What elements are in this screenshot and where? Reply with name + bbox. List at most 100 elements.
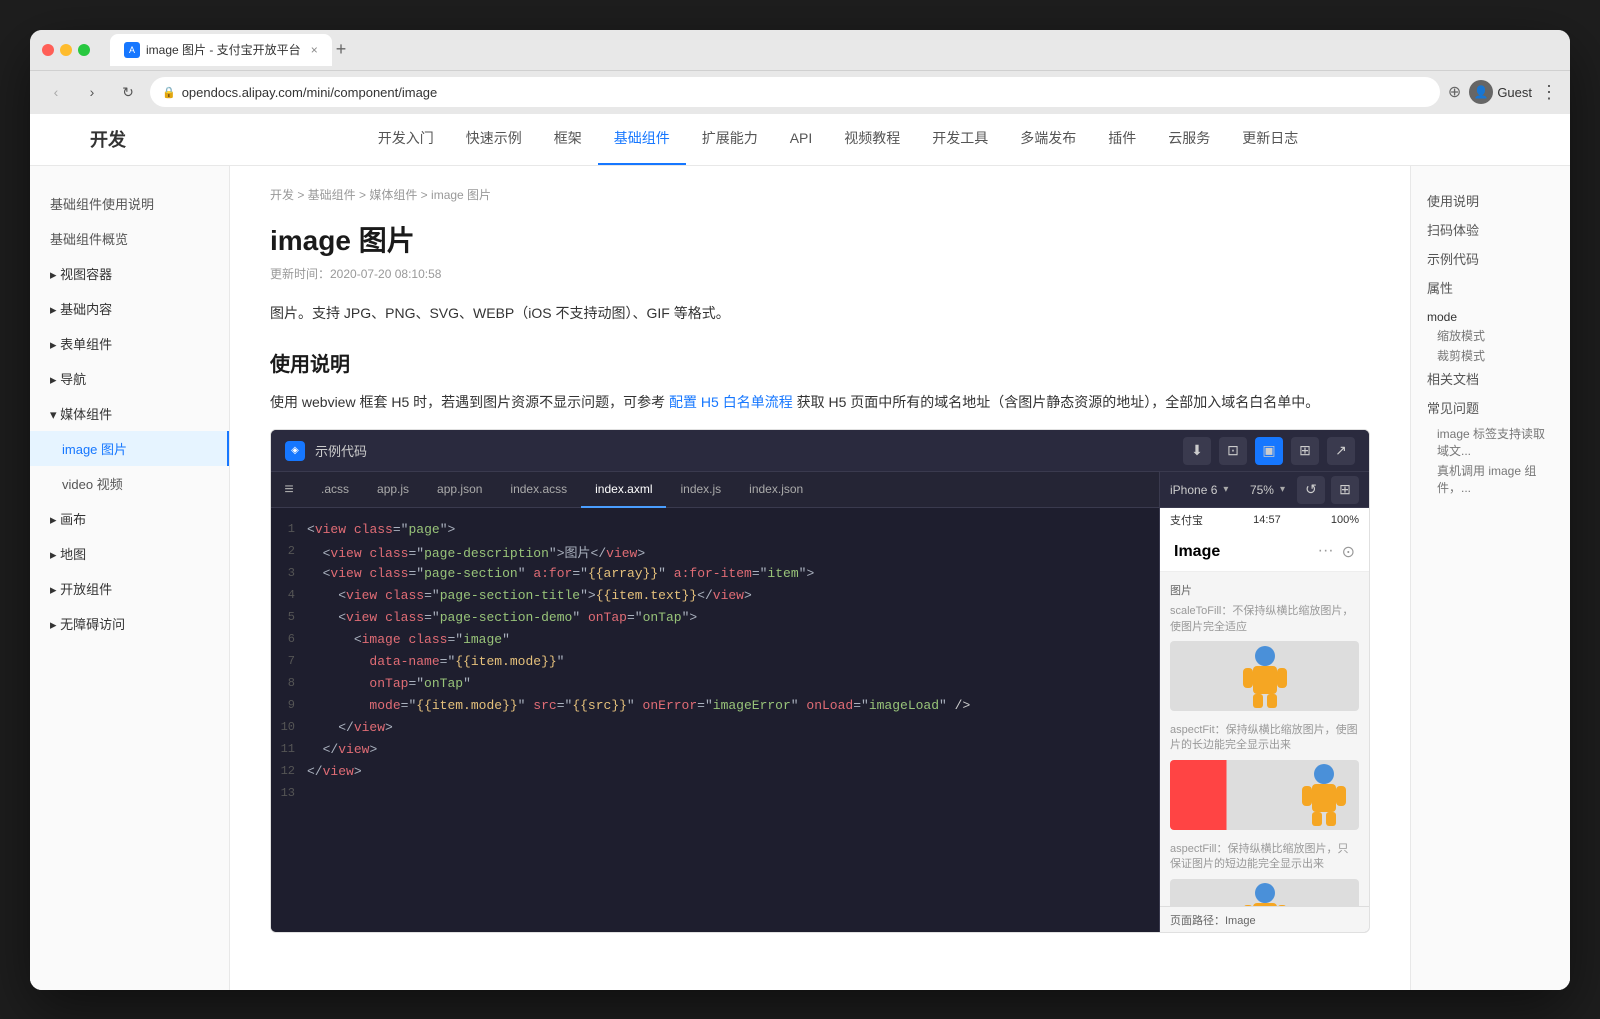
- phone-img-box-1: [1170, 760, 1359, 830]
- qr-button[interactable]: ⊡: [1219, 437, 1247, 465]
- breadcrumb: 开发 > 基础组件 > 媒体组件 > image 图片: [270, 186, 1370, 203]
- close-button[interactable]: [42, 44, 54, 56]
- sidebar-item-open[interactable]: ▸ 开放组件: [30, 571, 229, 606]
- tab-area: A image 图片 - 支付宝开放平台 × +: [110, 34, 1558, 66]
- sidebar-item-guide[interactable]: 基础组件使用说明: [30, 186, 229, 221]
- file-tab-appjson[interactable]: app.json: [423, 472, 496, 508]
- right-nav-qr[interactable]: 扫码体验: [1427, 215, 1554, 244]
- nav-item-10[interactable]: 云服务: [1152, 114, 1226, 166]
- code-demo: ◈ 示例代码 ⬇ ⊡ ▣ ⊞ ↗: [270, 429, 1370, 933]
- phone-home-icon[interactable]: ⊙: [1342, 542, 1355, 562]
- nav-item-0[interactable]: 开发入门: [362, 114, 450, 166]
- sidebar-item-a11y[interactable]: ▸ 无障碍访问: [30, 606, 229, 641]
- right-nav-scale[interactable]: 缩放模式: [1427, 324, 1554, 344]
- device-chevron-icon: ▾: [1223, 484, 1228, 495]
- user-avatar: 👤: [1469, 80, 1493, 104]
- phone-header-icons: ··· ⊙: [1318, 542, 1355, 562]
- phone-time: 14:57: [1253, 514, 1281, 526]
- page-description: 图片。支持 JPG、PNG、SVG、WEBP（iOS 不支持动图）、GIF 等格…: [270, 302, 1370, 324]
- url-bar[interactable]: 🔒 opendocs.alipay.com/mini/component/ima…: [150, 77, 1440, 107]
- file-tab-appjs[interactable]: app.js: [363, 472, 423, 508]
- right-sidebar: 使用说明 扫码体验 示例代码 属性 mode 缩放模式 裁剪模式 相关文档 常见…: [1410, 166, 1570, 990]
- back-button[interactable]: ‹: [42, 78, 70, 106]
- sidebar-item-nav[interactable]: ▸ 导航: [30, 361, 229, 396]
- forward-button[interactable]: ›: [78, 78, 106, 106]
- sidebar-item-map[interactable]: ▸ 地图: [30, 536, 229, 571]
- file-tab-acss[interactable]: .acss: [307, 472, 363, 508]
- right-nav-faq-1[interactable]: 真机调用 image 组件，...: [1427, 459, 1554, 496]
- file-tab-indexacss[interactable]: index.acss: [496, 472, 581, 508]
- new-tab-button[interactable]: +: [336, 39, 347, 60]
- nav-item-2[interactable]: 框架: [538, 114, 598, 166]
- link-h5-whitelist[interactable]: 配置 H5 白名单流程: [669, 394, 793, 410]
- code-line-13: 13: [271, 782, 1159, 804]
- section-desc: 使用 webview 框套 H5 时，若遇到图片资源不显示问题，可参考 配置 H…: [270, 391, 1370, 413]
- sidebar-item-overview[interactable]: 基础组件概览: [30, 221, 229, 256]
- update-time: 更新时间：2020-07-20 08:10:58: [270, 265, 1370, 282]
- reload-button[interactable]: ↻: [114, 78, 142, 106]
- phone-content: 图片 scaleToFill：不保持纵横比缩放图片，使图片完全适应: [1160, 572, 1369, 906]
- sidebar-item-form[interactable]: ▸ 表单组件: [30, 326, 229, 361]
- right-nav-code[interactable]: 示例代码: [1427, 244, 1554, 273]
- hamburger-button[interactable]: ≡: [271, 472, 307, 508]
- toy-svg-0: [1235, 644, 1295, 709]
- right-nav-faq[interactable]: 常见问题: [1427, 393, 1554, 422]
- phone-img-desc-1: aspectFit：保持纵横比缩放图片，使图片的长边能完全显示出来: [1170, 723, 1359, 754]
- zoom-select[interactable]: 75%: [1250, 483, 1274, 497]
- left-sidebar: 基础组件使用说明 基础组件概览 ▸ 视图容器 ▸ 基础内容 ▸ 表单组件 ▸ 导…: [30, 166, 230, 990]
- guest-label: Guest: [1497, 85, 1532, 100]
- code-line-8: 8 onTap="onTap": [271, 672, 1159, 694]
- code-line-7: 7 data-name="{{item.mode}}": [271, 650, 1159, 672]
- phone-carrier: 支付宝: [1170, 512, 1203, 528]
- nav-item-9[interactable]: 插件: [1092, 114, 1152, 166]
- more-button[interactable]: ⋮: [1540, 82, 1558, 103]
- sidebar-item-canvas[interactable]: ▸ 画布: [30, 501, 229, 536]
- code-line-2: 2 <view class="page-description">图片</vie…: [271, 540, 1159, 562]
- search-button[interactable]: ⊕: [1448, 82, 1461, 102]
- expand-preview-button[interactable]: ⊞: [1331, 476, 1359, 504]
- right-nav-faq-0[interactable]: image 标签支持读取域文...: [1427, 422, 1554, 459]
- main-content: 开发 开发入门 快速示例 框架 基础组件 扩展能力 API 视频教程 开发工具 …: [30, 114, 1570, 990]
- maximize-button[interactable]: [78, 44, 90, 56]
- nav-item-5[interactable]: API: [774, 114, 829, 166]
- sidebar-item-media[interactable]: ▾ 媒体组件: [30, 396, 229, 431]
- file-tab-indexjs[interactable]: index.js: [666, 472, 735, 508]
- nav-item-8[interactable]: 多端发布: [1004, 114, 1092, 166]
- phone-more-icon[interactable]: ···: [1318, 542, 1334, 562]
- refresh-preview-button[interactable]: ↺: [1297, 476, 1325, 504]
- code-line-3: 3 <view class="page-section" a:for="{{ar…: [271, 562, 1159, 584]
- share-button[interactable]: ↗: [1327, 437, 1355, 465]
- browser-tab[interactable]: A image 图片 - 支付宝开放平台 ×: [110, 34, 332, 66]
- nav-item-7[interactable]: 开发工具: [916, 114, 1004, 166]
- sidebar-item-video[interactable]: video 视频: [30, 466, 229, 501]
- code-line-4: 4 <view class="page-section-title">{{ite…: [271, 584, 1159, 606]
- right-nav-crop[interactable]: 裁剪模式: [1427, 344, 1554, 364]
- file-tab-indexjson[interactable]: index.json: [735, 472, 817, 508]
- user-button[interactable]: 👤 Guest: [1469, 80, 1532, 104]
- sidebar-item-image[interactable]: image 图片: [30, 431, 229, 466]
- content-wrapper: 基础组件使用说明 基础组件概览 ▸ 视图容器 ▸ 基础内容 ▸ 表单组件 ▸ 导…: [30, 166, 1570, 990]
- nav-item-4[interactable]: 扩展能力: [686, 114, 774, 166]
- sidebar-item-view[interactable]: ▸ 视图容器: [30, 256, 229, 291]
- nav-item-6[interactable]: 视频教程: [828, 114, 916, 166]
- phone-footer: 页面路径：Image: [1160, 906, 1369, 932]
- right-nav-usage[interactable]: 使用说明: [1427, 186, 1554, 215]
- phone-img-box-0: [1170, 641, 1359, 711]
- right-nav-docs[interactable]: 相关文档: [1427, 364, 1554, 393]
- nav-item-1[interactable]: 快速示例: [450, 114, 538, 166]
- section-heading: 使用说明: [270, 348, 1370, 377]
- nav-item-3[interactable]: 基础组件: [598, 114, 686, 166]
- file-tab-indexaxml[interactable]: index.axml: [581, 472, 666, 508]
- device-select[interactable]: iPhone 6: [1170, 483, 1217, 497]
- right-nav-props[interactable]: 属性: [1427, 273, 1554, 302]
- minimize-button[interactable]: [60, 44, 72, 56]
- nav-item-11[interactable]: 更新日志: [1226, 114, 1314, 166]
- download-button[interactable]: ⬇: [1183, 437, 1211, 465]
- sidebar-item-basic[interactable]: ▸ 基础内容: [30, 291, 229, 326]
- page-content: 开发 > 基础组件 > 媒体组件 > image 图片 image 图片 更新时…: [230, 166, 1410, 990]
- code-line-9: 9 mode="{{item.mode}}" src="{{src}}" onE…: [271, 694, 1159, 716]
- tab-close-button[interactable]: ×: [311, 43, 318, 57]
- split-view-button[interactable]: ▣: [1255, 437, 1283, 465]
- toy-svg-2: [1235, 881, 1295, 906]
- grid-button[interactable]: ⊞: [1291, 437, 1319, 465]
